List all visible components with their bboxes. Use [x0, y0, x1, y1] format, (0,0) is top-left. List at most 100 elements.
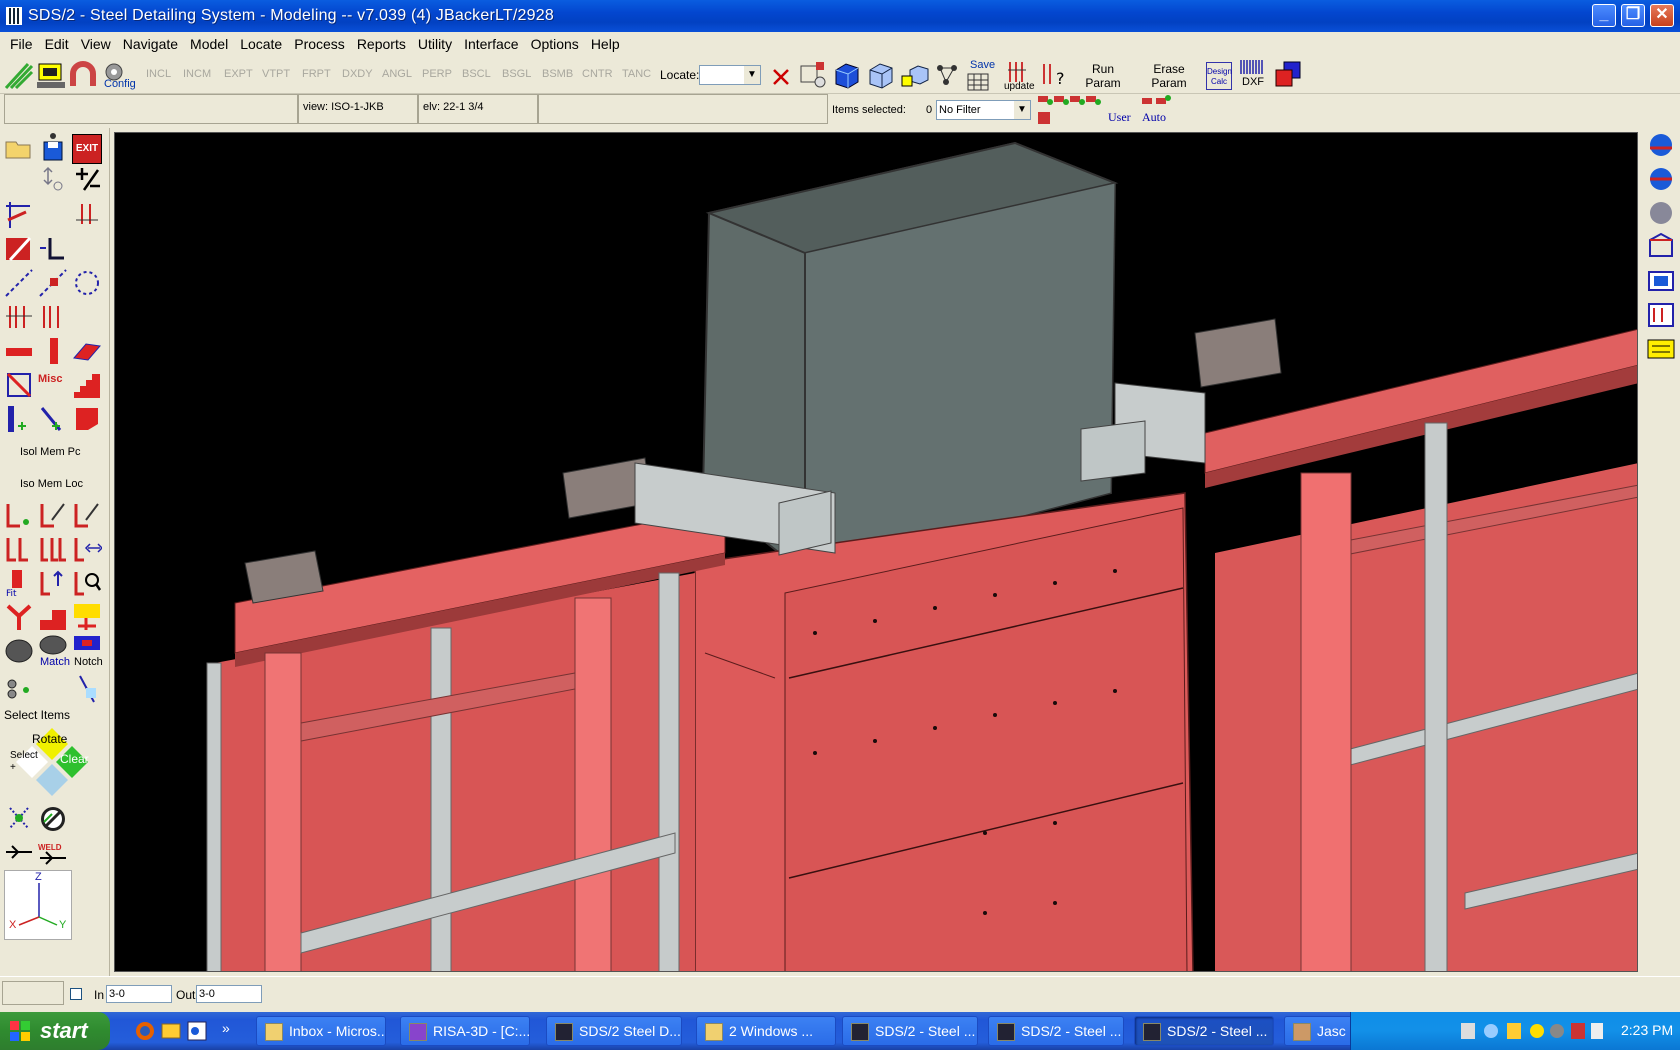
menu-file[interactable]: File	[4, 36, 39, 52]
notch-icon[interactable]	[72, 634, 102, 654]
split-member-icon[interactable]	[38, 568, 68, 598]
view-3d-icon[interactable]	[1646, 130, 1676, 160]
circle-icon[interactable]	[72, 268, 102, 298]
plate-icon[interactable]	[72, 336, 102, 366]
select-button[interactable]: Select	[10, 750, 38, 761]
toggle-checkbox[interactable]	[70, 988, 82, 1000]
dxf-barcode-icon[interactable]	[1238, 58, 1268, 76]
view-3d-gray-icon[interactable]	[1646, 198, 1676, 228]
wire-cube-icon[interactable]	[866, 60, 896, 90]
model-view-icon[interactable]	[798, 60, 828, 90]
rotate-button[interactable]: Rotate	[32, 732, 67, 746]
frame-view-icon[interactable]	[1646, 232, 1676, 262]
match-disc-icon[interactable]	[38, 634, 68, 656]
girt-icon[interactable]	[38, 404, 68, 434]
exit-button[interactable]: EXIT	[72, 134, 102, 164]
run-param-button[interactable]: Run Param	[1080, 62, 1126, 90]
angle-icon[interactable]	[38, 234, 68, 264]
member-query-icon[interactable]: ?	[1038, 60, 1068, 90]
title-bar[interactable]: SDS/2 - Steel Detailing System - Modelin…	[0, 0, 1680, 32]
menu-edit[interactable]: Edit	[39, 36, 75, 52]
locate-mode-bsmb[interactable]: BSMB	[542, 68, 573, 80]
auto-filter-button[interactable]: Auto	[1142, 110, 1166, 125]
user-filter-button[interactable]: User	[1108, 110, 1131, 125]
update-label[interactable]: update	[1004, 81, 1035, 92]
menu-view[interactable]: View	[75, 36, 117, 52]
iso-mem-loc-button[interactable]: Iso Mem Loc	[20, 478, 83, 490]
menu-reports[interactable]: Reports	[351, 36, 412, 52]
taskbar-item-sds2-active[interactable]: SDS/2 - Steel ...	[1134, 1016, 1274, 1046]
isol-mem-pc-button[interactable]: Isol Mem Pc	[20, 446, 81, 458]
outlook-icon[interactable]	[186, 1020, 208, 1042]
snap-grid-icon[interactable]	[4, 804, 34, 834]
plan-view-icon[interactable]	[1646, 334, 1676, 364]
quick-launch-icon[interactable]	[160, 1020, 182, 1042]
menu-interface[interactable]: Interface	[458, 36, 524, 52]
weld-add-button[interactable]: WELD	[38, 838, 68, 868]
taskbar-item-sds2-b[interactable]: SDS/2 - Steel ...	[988, 1016, 1124, 1046]
computer-icon[interactable]	[36, 60, 66, 90]
menu-navigate[interactable]: Navigate	[117, 36, 184, 52]
locate-mode-incm[interactable]: INCM	[183, 68, 211, 80]
erase-param-button[interactable]: Erase Param	[1146, 62, 1192, 90]
pencil-icon[interactable]	[4, 60, 34, 90]
y-brace-icon[interactable]	[4, 602, 34, 632]
start-button[interactable]: start	[0, 1012, 110, 1050]
config-label[interactable]: Config	[104, 78, 136, 90]
no-entry-icon[interactable]	[38, 804, 68, 834]
edit-member-icon[interactable]	[4, 234, 34, 264]
menu-options[interactable]: Options	[525, 36, 585, 52]
member-edit-icon[interactable]	[38, 500, 68, 530]
firefox-icon[interactable]	[134, 1020, 156, 1042]
bolt-icon[interactable]	[4, 674, 34, 704]
model-3d-viewport[interactable]	[114, 132, 1638, 972]
cancel-x-icon[interactable]	[766, 62, 796, 92]
polygon-member-icon[interactable]	[72, 404, 102, 434]
locate-mode-vtpt[interactable]: VTPT	[262, 68, 290, 80]
blue-cube-icon[interactable]	[832, 60, 862, 90]
taskbar-item-sds2-a[interactable]: SDS/2 - Steel ...	[842, 1016, 978, 1046]
filter-select[interactable]: No Filter ▼	[936, 100, 1031, 120]
member-select-icon[interactable]	[4, 500, 34, 530]
save-grid-icon[interactable]	[966, 72, 992, 92]
locate-mode-incl[interactable]: INCL	[146, 68, 171, 80]
taskbar-item-windows-group[interactable]: 2 Windows ...	[696, 1016, 836, 1046]
menu-utility[interactable]: Utility	[412, 36, 458, 52]
design-calc-button[interactable]: Design Calc	[1206, 62, 1232, 90]
out-field[interactable]	[196, 985, 262, 1003]
maximize-button[interactable]: ❐	[1621, 4, 1645, 27]
tray-icons[interactable]	[1457, 1021, 1607, 1041]
member-filter-icons[interactable]	[1036, 94, 1116, 126]
fit-member-icon[interactable]: Fit	[4, 568, 34, 598]
minimize-button[interactable]: _	[1592, 4, 1616, 27]
joist-icon[interactable]	[4, 404, 34, 434]
taskbar-item-risa[interactable]: RISA-3D - [C:...	[400, 1016, 530, 1046]
quick-launch-more-icon[interactable]: »	[222, 1020, 230, 1036]
steel-model-render[interactable]	[115, 133, 1638, 972]
locate-mode-frpt[interactable]: FRPT	[302, 68, 331, 80]
menu-locate[interactable]: Locate	[234, 36, 288, 52]
notch-label[interactable]: Notch	[74, 656, 103, 668]
in-field[interactable]	[106, 985, 172, 1003]
copy-member-icon[interactable]	[4, 534, 34, 564]
brace-icon[interactable]	[4, 370, 34, 400]
network-icon[interactable]	[934, 60, 964, 90]
locate-mode-tanc[interactable]: TANC	[622, 68, 651, 80]
grid-line-icon[interactable]	[4, 200, 34, 230]
taskbar-item-sds2-detailing[interactable]: SDS/2 Steel D...	[546, 1016, 682, 1046]
weld-symbol-icon[interactable]	[4, 838, 34, 868]
select-rotate-clear-pad[interactable]: Rotate Select + Clear	[4, 728, 100, 800]
match-label[interactable]: Match	[40, 656, 70, 668]
column-pick-icon[interactable]	[38, 302, 68, 332]
screen-view-icon[interactable]	[1646, 266, 1676, 296]
taskbar-item-inbox[interactable]: Inbox - Micros...	[256, 1016, 386, 1046]
locate-mode-dxdy[interactable]: DXDY	[342, 68, 373, 80]
save-disk-icon[interactable]	[38, 132, 68, 162]
cube-stack-icon[interactable]	[900, 60, 930, 90]
round-disc-icon[interactable]	[4, 636, 34, 666]
misc-member-button[interactable]: Misc	[38, 370, 68, 400]
open-folder-icon[interactable]	[4, 132, 34, 162]
multi-copy-icon[interactable]	[38, 534, 68, 564]
construction-line-icon[interactable]	[4, 268, 34, 298]
move-updown-icon[interactable]	[38, 164, 68, 194]
